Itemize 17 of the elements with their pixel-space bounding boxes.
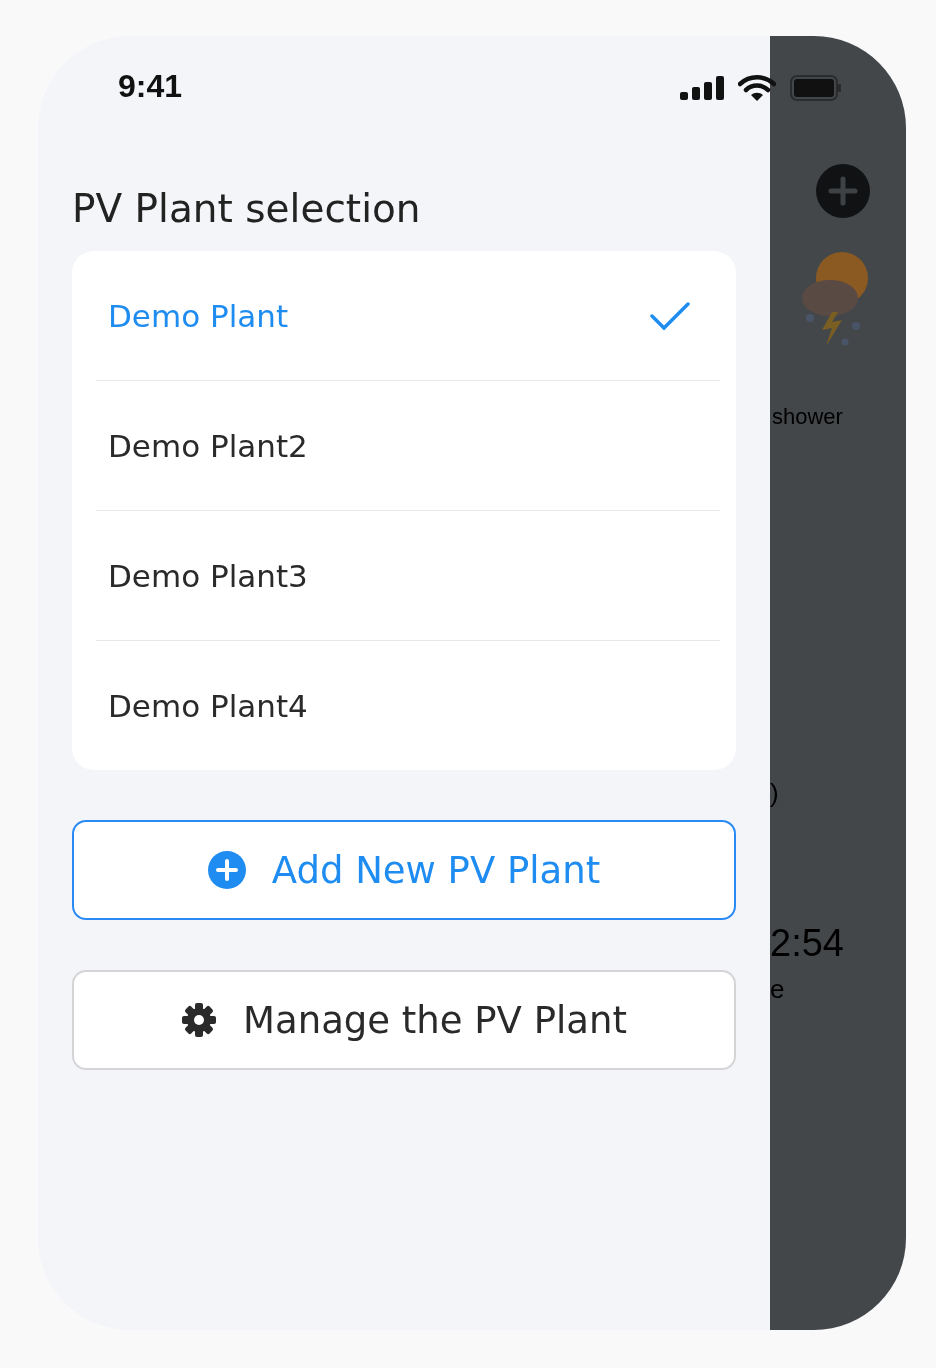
status-time: 9:41 [118, 67, 183, 105]
background-text: e [770, 974, 785, 1005]
signal-icon [680, 76, 724, 100]
manage-plant-button[interactable]: Manage the PV Plant [72, 970, 736, 1070]
background-time: 2:54 [770, 922, 844, 965]
plus-icon [207, 851, 246, 889]
battery-icon [790, 75, 842, 101]
plant-item[interactable]: Demo Plant2 [96, 381, 720, 511]
check-icon [650, 300, 690, 331]
panel-title: PV Plant selection [72, 186, 422, 231]
wifi-icon [738, 74, 776, 102]
settings-icon [181, 1002, 218, 1038]
add-icon [816, 164, 870, 218]
plant-item[interactable]: Demo Plant3 [96, 511, 720, 641]
background-text: ) [770, 778, 779, 809]
weather-label: shower [772, 404, 843, 430]
plant-item[interactable]: Demo Plant4 [96, 641, 720, 770]
